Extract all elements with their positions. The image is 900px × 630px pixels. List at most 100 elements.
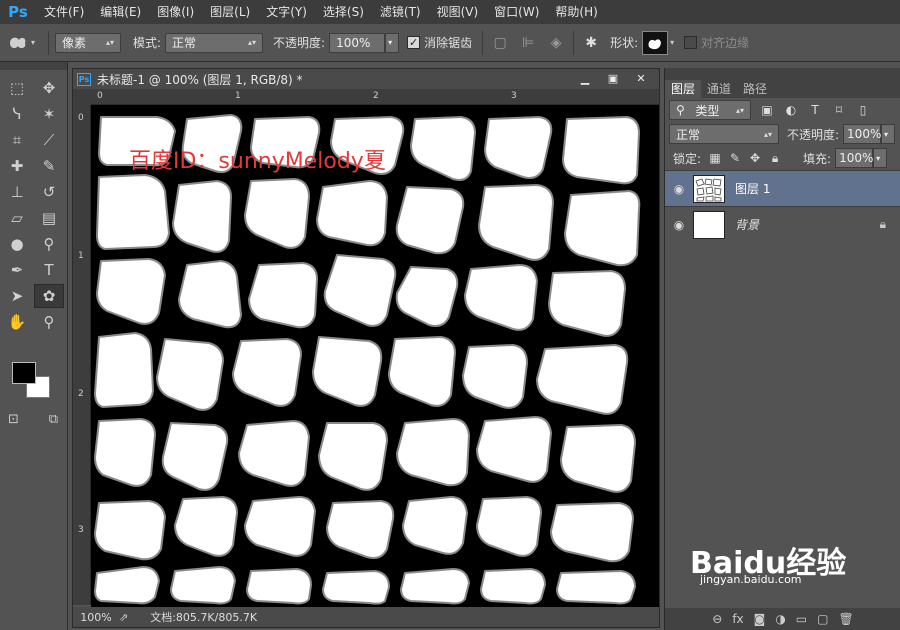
blur-tool-icon[interactable]: ●	[2, 232, 32, 256]
hand-tool-icon[interactable]: ✋	[2, 310, 32, 334]
align-edges-checkbox[interactable]	[684, 36, 698, 49]
pen-tool-icon[interactable]: ✒	[2, 258, 32, 282]
pixel-filter-icon[interactable]: ▣	[757, 101, 777, 119]
eye-icon[interactable]: ◉	[665, 182, 693, 196]
add-mask-icon[interactable]: ◙	[754, 612, 766, 626]
tab-channels[interactable]: 通道	[701, 80, 737, 98]
tab-layers[interactable]: 图层	[665, 80, 702, 98]
chevron-down-icon[interactable]: ▾	[670, 38, 674, 47]
layer-filter-select[interactable]: ⚲ 类型 ▴▾	[669, 100, 751, 120]
crop-tool-icon[interactable]: ⌗	[2, 128, 32, 152]
type-tool-icon[interactable]: T	[34, 258, 64, 282]
custom-shape-tool-icon[interactable]: ✿	[34, 284, 64, 308]
antialias-label: 消除锯齿	[424, 36, 473, 50]
magic-wand-icon[interactable]: ✶	[34, 102, 64, 126]
photoshop-logo-icon: Ps	[8, 3, 28, 21]
history-brush-icon[interactable]: ↺	[34, 180, 64, 204]
menu-layer[interactable]: 图层(L)	[202, 0, 258, 24]
status-bar: 100% ⇗ 文档:805.7K/805.7K	[73, 607, 659, 627]
foreground-color-swatch[interactable]	[12, 362, 36, 384]
antialias-checkbox[interactable]: ✓	[407, 36, 421, 49]
stamp-tool-icon[interactable]: ⊥	[2, 180, 32, 204]
path-arrangement-icon[interactable]: ◈	[545, 32, 567, 54]
export-icon[interactable]: ⇗	[119, 611, 128, 624]
blend-mode-select[interactable]: 正常 ▴▾	[669, 124, 779, 144]
panel-grip[interactable]	[0, 62, 67, 70]
fx-icon[interactable]: fx	[732, 612, 743, 626]
layer-thumbnail	[693, 174, 725, 203]
menu-edit[interactable]: 编辑(E)	[92, 0, 149, 24]
layer-row[interactable]: ◉ 背景 🔒︎	[665, 206, 900, 242]
custom-shape-icon[interactable]: ▾	[0, 24, 42, 62]
menu-select[interactable]: 选择(S)	[315, 0, 372, 24]
document-canvas[interactable]: 百度ID：sunnyMelody夏	[91, 105, 659, 607]
menu-view[interactable]: 视图(V)	[429, 0, 487, 24]
chevron-down-icon: ▴▾	[763, 129, 772, 139]
shape-picker[interactable]	[642, 30, 669, 55]
chevron-down-icon: ▴▾	[105, 38, 114, 47]
menu-file[interactable]: 文件(F)	[36, 0, 92, 24]
minimize-icon[interactable]: ▁	[571, 69, 599, 87]
adjustment-layer-icon[interactable]: ◑	[775, 612, 785, 626]
menu-type[interactable]: 文字(Y)	[258, 0, 315, 24]
vertical-ruler[interactable]: 0 1 2 3	[73, 105, 91, 605]
adjustment-filter-icon[interactable]: ◐	[781, 101, 801, 119]
tab-paths[interactable]: 路径	[737, 80, 773, 98]
new-layer-icon[interactable]: ▢	[817, 612, 828, 626]
mode-select[interactable]: 正常 ▴▾	[165, 32, 264, 53]
brush-tool-icon[interactable]: ✎	[34, 154, 64, 178]
layer-row[interactable]: ◉ 图层 1	[665, 170, 900, 206]
zoom-tool-icon[interactable]: ⚲	[34, 310, 64, 334]
lock-pixels-icon[interactable]: ✎	[725, 149, 745, 167]
panel-grip[interactable]	[665, 68, 900, 80]
zoom-level[interactable]: 100%	[73, 611, 119, 624]
move-tool-icon[interactable]: ✥	[34, 76, 64, 100]
layer-opacity-input[interactable]: 100%	[843, 124, 881, 144]
maximize-icon[interactable]: ▣	[599, 69, 627, 87]
eye-icon[interactable]: ◉	[665, 218, 693, 232]
ruler-corner	[73, 89, 91, 105]
lasso-tool-icon[interactable]: ᓭ	[2, 102, 32, 126]
dodge-tool-icon[interactable]: ⚲	[34, 232, 64, 256]
horizontal-ruler[interactable]: 0 1 2 3	[91, 89, 659, 105]
document-size: 文档:805.7K/805.7K	[150, 611, 258, 624]
shape-label: 形状:	[610, 36, 639, 50]
menu-image[interactable]: 图像(I)	[149, 0, 202, 24]
layer-opacity-dropdown[interactable]: ▾	[881, 124, 896, 144]
path-alignment-icon[interactable]: ⊫	[517, 32, 539, 54]
opacity-dropdown-button[interactable]: ▾	[385, 32, 400, 53]
gradient-tool-icon[interactable]: ▤	[34, 206, 64, 230]
screen-mode-icon[interactable]: ⧉	[49, 412, 58, 427]
eraser-icon[interactable]: ▱	[2, 206, 32, 230]
path-operations-icon[interactable]: ▢	[489, 32, 511, 54]
healing-brush-icon[interactable]: ✚	[2, 154, 32, 178]
menu-help[interactable]: 帮助(H)	[547, 0, 605, 24]
menu-filter[interactable]: 滤镜(T)	[372, 0, 429, 24]
ps-document-icon: Ps	[77, 72, 91, 86]
shape-filter-icon[interactable]: ⌑	[829, 101, 849, 119]
lock-position-icon[interactable]: ✥	[745, 149, 765, 167]
lock-all-icon[interactable]: 🔒︎	[765, 149, 785, 167]
separator	[573, 30, 575, 55]
path-selection-icon[interactable]: ➤	[2, 284, 32, 308]
gear-icon[interactable]: ✱	[580, 32, 602, 54]
lock-row: 锁定: ▦ ✎ ✥ 🔒︎ 填充: 100% ▾	[665, 146, 900, 170]
trash-icon[interactable]: 🗑︎	[838, 612, 853, 626]
smart-object-filter-icon[interactable]: ▯	[853, 101, 873, 119]
fill-dropdown[interactable]: ▾	[873, 148, 888, 168]
marquee-tool-icon[interactable]: ⬚	[2, 76, 32, 100]
window-controls: ▁ ▣ ✕	[571, 69, 655, 87]
opacity-label: 不透明度:	[273, 36, 326, 50]
eyedropper-icon[interactable]: ⟋	[34, 128, 64, 152]
link-layers-icon[interactable]: ⊖	[712, 612, 722, 626]
menu-window[interactable]: 窗口(W)	[486, 0, 547, 24]
opacity-input[interactable]: 100%	[329, 32, 386, 53]
quick-mask-icon[interactable]: ⊡	[8, 412, 19, 427]
new-group-icon[interactable]: ▭	[796, 612, 807, 626]
fill-mode-select[interactable]: 像素 ▴▾	[55, 32, 121, 53]
lock-transparency-icon[interactable]: ▦	[705, 149, 725, 167]
type-filter-icon[interactable]: T	[805, 101, 825, 119]
document-window: Ps 未标题-1 @ 100% (图层 1, RGB/8) * ▁ ▣ ✕ 0 …	[72, 68, 660, 628]
fill-input[interactable]: 100%	[835, 148, 873, 168]
close-icon[interactable]: ✕	[627, 69, 655, 87]
